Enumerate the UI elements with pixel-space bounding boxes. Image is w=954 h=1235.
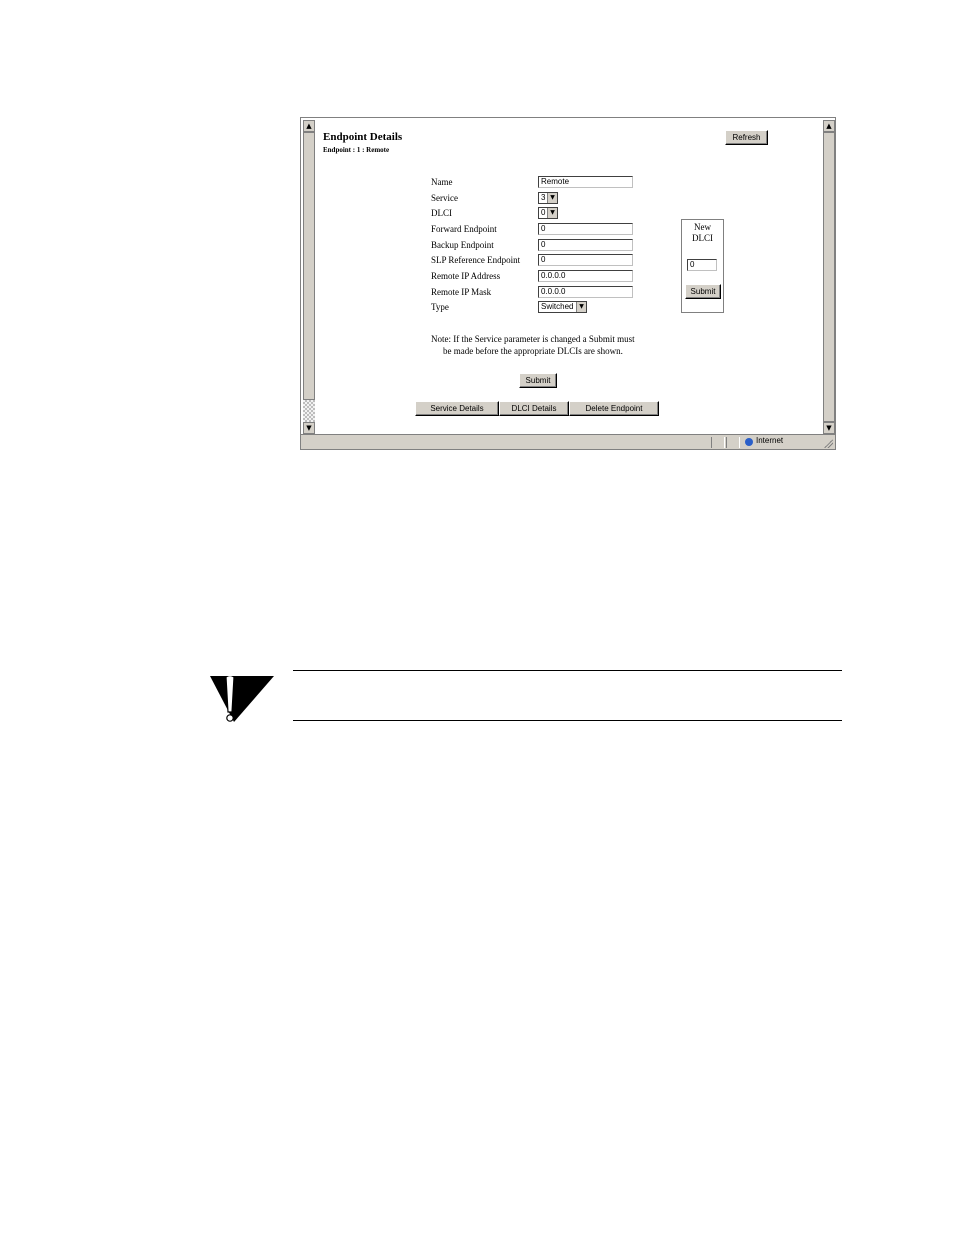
status-bar: Internet [301,434,835,449]
new-dlci-label-line2: DLCI [692,233,713,243]
zone-label: Internet [756,436,784,445]
field-label-slp-reference-endpoint: SLP Reference Endpoint [431,255,521,265]
chevron-down-icon[interactable]: ▼ [547,208,557,218]
globe-icon [745,438,753,446]
scroll-down-arrow-icon[interactable]: ▼ [823,422,835,434]
scroll-down-arrow-icon[interactable]: ▼ [303,422,315,434]
field-label-backup-endpoint: Backup Endpoint [431,240,494,250]
browser-window: ▲ ▼ ▲ ▼ Endpoint Details Endpoint : 1 : … [300,117,836,450]
chevron-down-icon[interactable]: ▼ [547,193,557,203]
field-label-type: Type [431,302,449,312]
scroll-up-arrow-icon[interactable]: ▲ [823,120,835,132]
field-label-remote-ip-address: Remote IP Address [431,271,501,281]
new-dlci-panel: New DLCI 0 Submit [681,219,724,313]
dlci-select[interactable]: 0 ▼ [538,207,558,219]
dlci-details-button[interactable]: DLCI Details [499,401,569,416]
new-dlci-input[interactable]: 0 [687,259,717,271]
name-input[interactable]: Remote [538,176,633,188]
caution-rule-top [293,670,842,671]
caution-rule-bottom [293,720,842,721]
note-line-2: be made before the appropriate DLCIs are… [443,346,623,356]
chevron-down-icon[interactable]: ▼ [576,302,586,312]
dlci-select-value: 0 [541,208,546,217]
refresh-button[interactable]: Refresh [725,130,768,145]
note-line-1: Note: If the Service parameter is change… [431,334,635,344]
service-select-value: 3 [541,193,546,202]
field-label-forward-endpoint: Forward Endpoint [431,224,497,234]
status-cell [726,437,740,448]
delete-endpoint-button[interactable]: Delete Endpoint [569,401,659,416]
field-label-service: Service [431,193,458,203]
new-dlci-submit-button[interactable]: Submit [685,284,721,299]
backup-endpoint-input[interactable]: 0 [538,239,633,251]
submit-button[interactable]: Submit [519,373,557,388]
new-dlci-label-line1: New [694,222,711,232]
status-cell [711,437,725,448]
right-scrollbar[interactable]: ▲ ▼ [823,120,835,434]
resize-grip-icon[interactable] [823,438,833,448]
scroll-thumb[interactable] [303,132,315,400]
service-details-button[interactable]: Service Details [415,401,499,416]
page-title: Endpoint Details [323,131,403,143]
scroll-track[interactable] [303,400,315,422]
remote-ip-mask-input[interactable]: 0.0.0.0 [538,286,633,298]
service-change-note: Note: If the Service parameter is change… [431,333,635,357]
service-select[interactable]: 3 ▼ [538,192,558,204]
left-scrollbar[interactable]: ▲ ▼ [303,120,315,434]
slp-reference-endpoint-input[interactable]: 0 [538,254,633,266]
new-dlci-label: New DLCI [682,222,723,244]
field-label-remote-ip-mask: Remote IP Mask [431,287,492,297]
type-select-value: Switched [541,302,574,311]
scroll-thumb[interactable] [823,132,835,422]
forward-endpoint-input[interactable]: 0 [538,223,633,235]
field-label-dlci: DLCI [431,208,452,218]
field-label-name: Name [431,177,453,187]
caution-exclamation-icon [210,676,274,722]
type-select[interactable]: Switched ▼ [538,301,587,313]
remote-ip-address-input[interactable]: 0.0.0.0 [538,270,633,282]
page-subtitle: Endpoint : 1 : Remote [323,146,390,154]
scroll-up-arrow-icon[interactable]: ▲ [303,120,315,132]
